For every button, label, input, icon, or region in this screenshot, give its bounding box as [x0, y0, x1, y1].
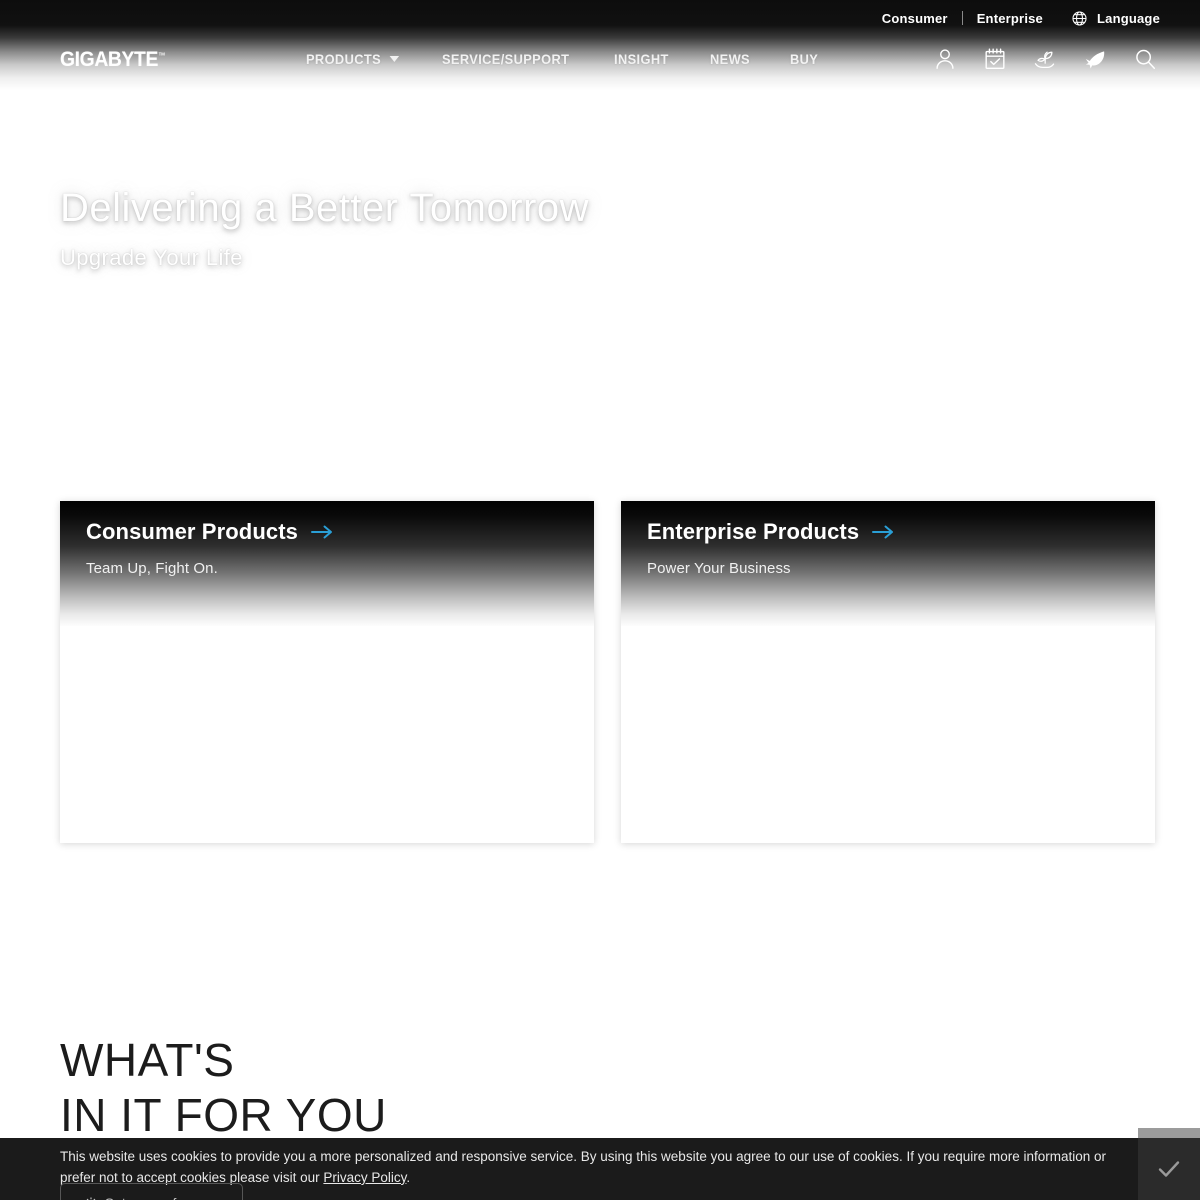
- section-heading-line-1: WHAT'S: [60, 1034, 235, 1086]
- cookie-banner-content: This website uses cookies to provide you…: [0, 1138, 1138, 1200]
- globe-icon: [1071, 10, 1088, 27]
- cookie-accept-button[interactable]: [1138, 1138, 1200, 1200]
- hero-subtitle: Upgrade Your Life: [60, 245, 243, 270]
- nav-item-news[interactable]: NEWS: [710, 52, 750, 67]
- set-my-preference-label: Set my preference: [105, 1195, 219, 1200]
- privacy-policy-link[interactable]: Privacy Policy: [323, 1170, 406, 1185]
- hero-title: Delivering a Better Tomorrow: [60, 186, 590, 230]
- cookie-accept-cap: [1138, 1128, 1200, 1138]
- enterprise-card-title-row: Enterprise Products: [647, 519, 1155, 545]
- top-utility-bar: Consumer Enterprise Language: [0, 0, 1200, 36]
- account-icon[interactable]: [932, 46, 958, 72]
- set-my-preference-button[interactable]: Set my preference: [60, 1183, 243, 1200]
- consumer-card-body: Consumer Products Team Up, Fight On.: [60, 501, 594, 578]
- nav-icon-group: [908, 46, 1158, 72]
- gear-icon: [84, 1196, 98, 1200]
- nav-item-insight[interactable]: INSIGHT: [614, 52, 669, 67]
- product-card-row: Consumer Products Team Up, Fight On. Ent…: [60, 501, 1155, 843]
- nav-item-service-support[interactable]: SERVICE/SUPPORT: [442, 52, 569, 67]
- enterprise-card-description: Power Your Business: [647, 560, 791, 578]
- arrow-right-icon[interactable]: [872, 524, 894, 540]
- search-icon[interactable]: [1132, 46, 1158, 72]
- language-label: Language: [1097, 10, 1160, 26]
- section-heading-line-2: IN IT FOR YOU: [60, 1089, 387, 1142]
- enterprise-card-body: Enterprise Products Power Your Business: [621, 501, 1155, 578]
- nav-item-buy[interactable]: BUY: [790, 52, 818, 67]
- chevron-down-icon: [389, 56, 400, 62]
- sustainability-leaf-icon[interactable]: [1032, 46, 1058, 72]
- consumer-card-description: Team Up, Fight On.: [86, 560, 218, 578]
- language-selector[interactable]: Language: [1071, 10, 1160, 27]
- topbar-divider: [961, 11, 963, 25]
- hero-banner: Delivering a Better Tomorrow Upgrade You…: [0, 90, 1200, 480]
- topbar-link-consumer[interactable]: Consumer: [882, 11, 948, 26]
- consumer-products-card[interactable]: Consumer Products Team Up, Fight On.: [60, 501, 594, 843]
- page-section-heading: WHAT'S IN IT FOR YOU: [60, 1033, 387, 1143]
- nav-links: PRODUCTS SERVICE/SUPPORT INSIGHT NEWS BU…: [306, 52, 857, 67]
- nav-item-products-label: PRODUCTS: [306, 51, 382, 67]
- consumer-card-title-row: Consumer Products: [86, 519, 594, 545]
- cookie-text-part-2: .: [406, 1169, 411, 1185]
- consumer-card-title: Consumer Products: [86, 519, 298, 544]
- event-calendar-icon[interactable]: [982, 46, 1008, 72]
- logo-text: GIGABYTE: [60, 47, 158, 71]
- topbar-link-enterprise[interactable]: Enterprise: [977, 11, 1043, 26]
- aorus-falcon-icon[interactable]: [1082, 46, 1108, 72]
- main-navigation: GIGABYTE™ PRODUCTS SERVICE/SUPPORT INSIG…: [0, 36, 1200, 82]
- enterprise-card-title: Enterprise Products: [647, 519, 860, 544]
- enterprise-products-card[interactable]: Enterprise Products Power Your Business: [621, 501, 1155, 843]
- check-icon: [1155, 1155, 1183, 1183]
- cookie-text-part-1: This website uses cookies to provide you…: [60, 1149, 1107, 1185]
- logo-trademark: ™: [157, 50, 165, 60]
- gigabyte-logo[interactable]: GIGABYTE™: [60, 49, 165, 70]
- nav-item-products[interactable]: PRODUCTS: [306, 51, 400, 67]
- cookie-consent-banner: This website uses cookies to provide you…: [0, 1138, 1200, 1200]
- page-root: Consumer Enterprise Language GIGABYTE™ P…: [0, 0, 1200, 1200]
- arrow-right-icon[interactable]: [310, 524, 333, 540]
